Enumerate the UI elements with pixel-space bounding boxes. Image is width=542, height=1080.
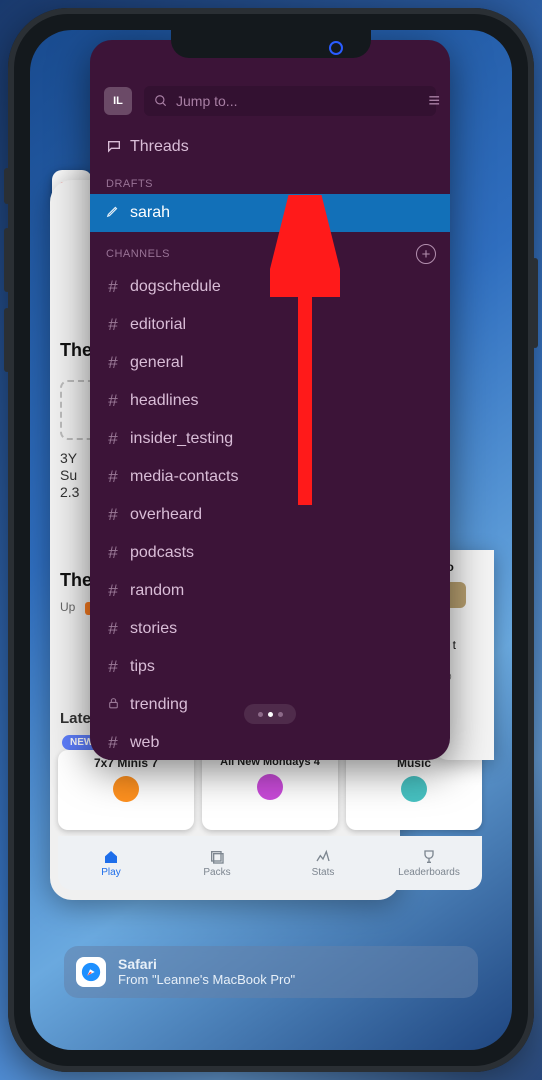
stats-icon — [314, 849, 332, 865]
pager-dot — [268, 712, 273, 717]
channel-name: insider_testing — [130, 430, 233, 448]
search-icon — [154, 94, 168, 108]
channel-item[interactable]: # dogschedule — [90, 268, 450, 306]
channel-item[interactable]: # random — [90, 572, 450, 610]
handoff-from: From "Leanne's MacBook Pro" — [118, 972, 295, 987]
safari-icon — [76, 957, 106, 987]
tab-play[interactable]: Play — [58, 836, 164, 890]
handoff-text: Safari From "Leanne's MacBook Pro" — [118, 956, 295, 988]
clue-text: 3Y Su 2.3 — [60, 450, 79, 500]
tab-packs[interactable]: Packs — [164, 836, 270, 890]
home-icon — [102, 849, 120, 865]
packs-icon — [208, 849, 226, 865]
tab-leaderboards[interactable]: Leaderboards — [376, 836, 482, 890]
channel-item[interactable]: # headlines — [90, 382, 450, 420]
hash-icon: # — [106, 353, 120, 373]
side-button — [4, 168, 10, 204]
hash-icon: # — [106, 581, 120, 601]
clue-line: 3Y — [60, 450, 77, 466]
channel-name: overheard — [130, 506, 202, 524]
trophy-icon — [420, 849, 438, 865]
pack-card[interactable]: All New Mondays 4 — [202, 750, 338, 830]
side-button — [532, 258, 538, 348]
channel-name: media-contacts — [130, 468, 239, 486]
channel-item[interactable]: # media-contacts — [90, 458, 450, 496]
channel-item[interactable]: # web — [90, 724, 450, 760]
workspace-pager[interactable] — [244, 704, 296, 724]
threads-label: Threads — [130, 138, 189, 156]
pack-icon — [401, 776, 427, 802]
pack-row: 7x7 Minis 7 All New Mondays 4 Music — [58, 750, 482, 830]
app-card-slack[interactable]: IL Jump to... ≡ Threads DRAFTS sarah CHA… — [90, 40, 450, 760]
hash-icon: # — [106, 657, 120, 677]
channel-name: headlines — [130, 392, 199, 410]
channel-name: stories — [130, 620, 177, 638]
channel-name: editorial — [130, 316, 186, 334]
side-button — [4, 228, 10, 292]
draft-name: sarah — [130, 204, 170, 222]
channel-item[interactable]: # editorial — [90, 306, 450, 344]
hash-icon: # — [106, 467, 120, 487]
tab-label: Stats — [312, 867, 335, 878]
channel-name: random — [130, 582, 184, 600]
workspace-avatar[interactable]: IL — [104, 87, 132, 115]
tab-label: Play — [101, 867, 120, 878]
channel-list: # dogschedule # editorial # general # headlines… — [90, 268, 450, 760]
threads-row[interactable]: Threads — [90, 126, 450, 168]
hash-icon: # — [106, 619, 120, 639]
clue-line: Su — [60, 467, 77, 483]
channel-name: trending — [130, 696, 188, 714]
notch — [171, 30, 371, 58]
handoff-banner[interactable]: Safari From "Leanne's MacBook Pro" — [64, 946, 478, 998]
pack-icon — [113, 776, 139, 802]
channels-header: CHANNELS — [106, 248, 170, 260]
channel-item[interactable]: # stories — [90, 610, 450, 648]
pencil-icon — [106, 203, 120, 223]
updated-label: Up — [60, 600, 75, 614]
hash-icon: # — [106, 429, 120, 449]
handoff-app: Safari — [118, 956, 157, 972]
clue-rating: 2.3 — [60, 484, 79, 500]
pager-dot — [258, 712, 263, 717]
tab-label: Packs — [203, 867, 230, 878]
channel-item[interactable]: # general — [90, 344, 450, 382]
pack-icon — [257, 774, 283, 800]
channel-name: web — [130, 734, 159, 752]
hash-icon: # — [106, 733, 120, 753]
search-placeholder: Jump to... — [176, 93, 237, 109]
hash-icon: # — [106, 543, 120, 563]
phone-frame: The D 3Y Su 2.3 The D Up TODA Latest NEW… — [8, 8, 534, 1072]
channel-name: tips — [130, 658, 155, 676]
channel-item[interactable]: # insider_testing — [90, 420, 450, 458]
lock-icon — [106, 695, 120, 715]
search-input[interactable]: Jump to... — [144, 86, 436, 116]
hash-icon: # — [106, 505, 120, 525]
pack-card[interactable]: 7x7 Minis 7 — [58, 750, 194, 830]
channel-item[interactable]: # tips — [90, 648, 450, 686]
tab-bar: Play Packs Stats Leaderboards — [58, 836, 482, 890]
channel-name: dogschedule — [130, 278, 221, 296]
add-channel-button[interactable]: + — [416, 244, 436, 264]
channel-name: general — [130, 354, 183, 372]
tab-stats[interactable]: Stats — [270, 836, 376, 890]
channel-item[interactable]: # podcasts — [90, 534, 450, 572]
pack-card[interactable]: Music — [346, 750, 482, 830]
side-button — [4, 308, 10, 372]
menu-icon[interactable]: ≡ — [428, 90, 440, 113]
screen: The D 3Y Su 2.3 The D Up TODA Latest NEW… — [30, 30, 512, 1050]
hash-icon: # — [106, 277, 120, 297]
threads-icon — [106, 139, 122, 155]
drafts-header: DRAFTS — [90, 168, 450, 194]
draft-item[interactable]: sarah — [90, 194, 450, 232]
channel-name: podcasts — [130, 544, 194, 562]
channel-item[interactable]: # overheard — [90, 496, 450, 534]
pager-dot — [278, 712, 283, 717]
hash-icon: # — [106, 315, 120, 335]
hash-icon: # — [106, 391, 120, 411]
tab-label: Leaderboards — [398, 867, 460, 878]
